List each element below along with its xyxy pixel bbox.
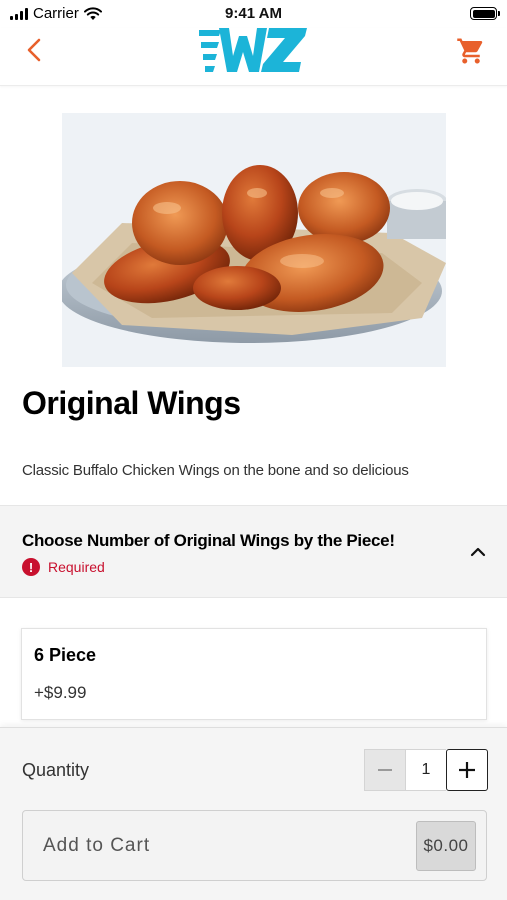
option-card-6-piece[interactable]: 6 Piece +$9.99: [21, 628, 487, 720]
add-to-cart-label: Add to Cart: [43, 835, 151, 856]
quantity-value: 1: [406, 749, 446, 791]
option-price: +$9.99: [34, 683, 87, 702]
chevron-left-icon: [27, 38, 41, 62]
nav-bar: [0, 28, 507, 86]
brand-logo: [199, 24, 309, 76]
order-footer: Quantity 1 Add to Cart $0.00: [0, 727, 507, 900]
cart-total: $0.00: [416, 821, 476, 871]
quantity-label: Quantity: [22, 760, 90, 780]
required-label: Required: [48, 559, 105, 575]
shopping-cart-icon: [457, 38, 483, 64]
plus-icon: [459, 762, 475, 778]
product-image: [62, 113, 446, 367]
required-indicator: ! Required: [22, 558, 105, 576]
option-group-header[interactable]: Choose Number of Original Wings by the P…: [0, 505, 507, 598]
decrease-quantity-button[interactable]: [364, 749, 406, 791]
quantity-stepper: 1: [364, 749, 488, 791]
back-button[interactable]: [20, 35, 50, 65]
product-title: Original Wings: [22, 385, 241, 421]
increase-quantity-button[interactable]: [446, 749, 488, 791]
minus-icon: [378, 769, 392, 771]
add-to-cart-button[interactable]: Add to Cart $0.00: [22, 810, 487, 881]
product-description: Classic Buffalo Chicken Wings on the bon…: [22, 462, 409, 479]
battery-icon: [470, 7, 500, 20]
option-name: 6 Piece: [34, 645, 97, 665]
status-time: 9:41 AM: [225, 5, 282, 22]
alert-icon: !: [22, 558, 40, 576]
cart-button[interactable]: [456, 36, 486, 66]
option-group-title: Choose Number of Original Wings by the P…: [22, 531, 395, 550]
chevron-up-icon[interactable]: [468, 542, 488, 562]
